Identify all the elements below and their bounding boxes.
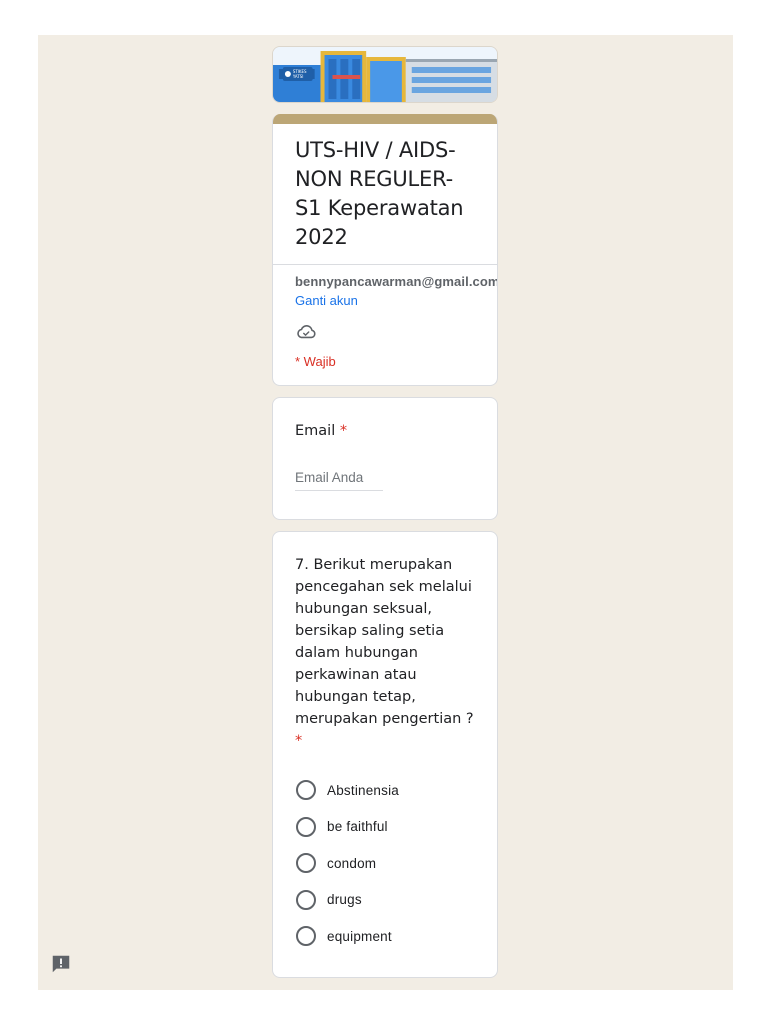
- question-card-7: 7. Berikut merupakan pencegahan sek mela…: [272, 531, 498, 978]
- question-label: Email *: [295, 420, 475, 442]
- form-title: UTS-HIV / AIDS-NON REGULER-S1 Keperawata…: [295, 138, 464, 249]
- email-input[interactable]: [295, 466, 383, 491]
- account-email: bennypancawarman@gmail.com: [295, 274, 498, 289]
- radio-option[interactable]: condom: [295, 845, 475, 882]
- radio-button[interactable]: [296, 780, 316, 801]
- option-label: Abstinensia: [327, 782, 399, 798]
- question-label: 7. Berikut merupakan pencegahan sek mela…: [295, 554, 475, 752]
- radio-button[interactable]: [296, 853, 316, 874]
- radio-option[interactable]: equipment: [295, 918, 475, 955]
- radio-option[interactable]: be faithful: [295, 809, 475, 846]
- radio-button[interactable]: [296, 926, 316, 947]
- form-column: STIKES YATSI UTS-HIV / AIDS-NON REGULER-…: [272, 46, 498, 978]
- option-label: be faithful: [327, 819, 388, 835]
- question-text: Email: [295, 423, 336, 439]
- header-banner-image: STIKES YATSI: [272, 46, 498, 103]
- title-card-accent-bar: [273, 114, 497, 124]
- radio-options: Abstinensia be faithful condom drugs equ…: [295, 772, 475, 955]
- radio-option[interactable]: drugs: [295, 882, 475, 919]
- banner-sign-line2: YATSI: [293, 74, 304, 79]
- cloud-saved-icon: [297, 325, 316, 339]
- report-feedback-icon[interactable]: [50, 953, 72, 975]
- switch-account-link[interactable]: Ganti akun: [295, 293, 497, 308]
- radio-button[interactable]: [296, 816, 316, 837]
- title-card: UTS-HIV / AIDS-NON REGULER-S1 Keperawata…: [272, 114, 498, 386]
- option-label: condom: [327, 855, 377, 871]
- required-asterisk: *: [295, 733, 303, 749]
- question-text: 7. Berikut merupakan pencegahan sek mela…: [295, 557, 474, 727]
- radio-button[interactable]: [296, 889, 316, 910]
- option-label: equipment: [327, 928, 392, 944]
- question-card-email: Email *: [272, 397, 498, 520]
- required-asterisk: *: [339, 423, 348, 439]
- required-note: * Wajib: [295, 354, 336, 369]
- option-label: drugs: [327, 892, 362, 908]
- radio-option[interactable]: Abstinensia: [295, 772, 475, 809]
